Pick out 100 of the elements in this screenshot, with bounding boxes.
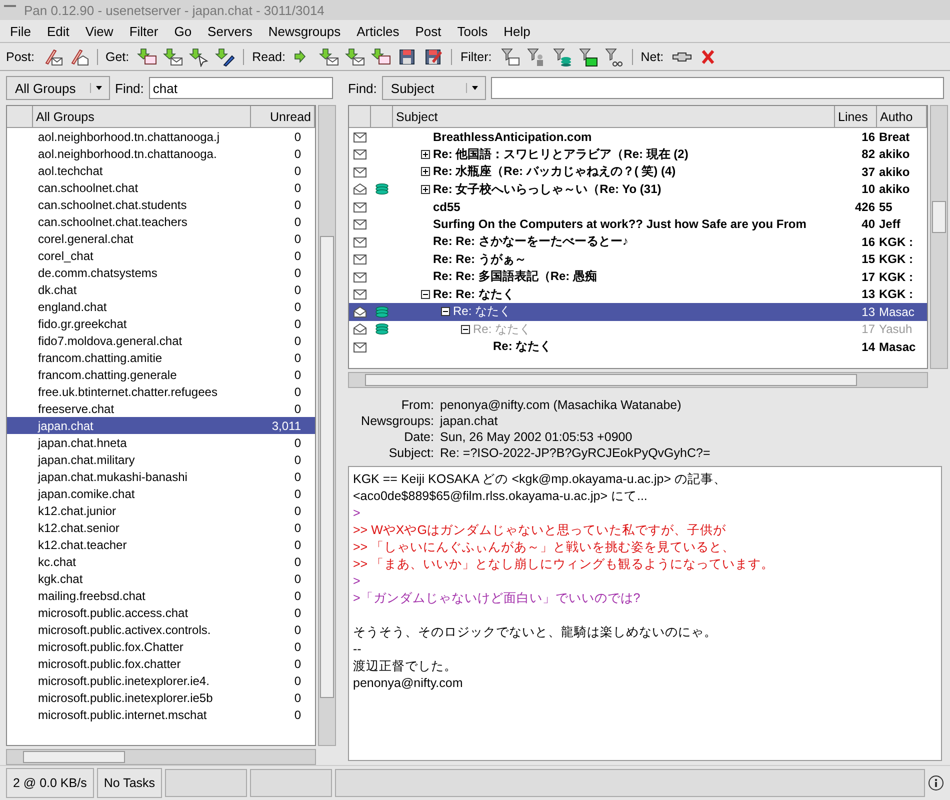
group-row[interactable]: japan.chat 3,011 (7, 417, 315, 434)
arrow-pen-icon[interactable] (215, 46, 236, 66)
group-row[interactable]: fido.gr.greekchat 0 (7, 315, 315, 332)
funnel-database-icon[interactable] (552, 46, 572, 66)
group-row[interactable]: can.schoolnet.chat.students 0 (7, 196, 315, 213)
funnel-envelope-icon[interactable] (500, 46, 520, 66)
article-row[interactable]: Re: なたく 14 Masac (349, 338, 927, 356)
menu-item[interactable]: Filter (121, 22, 166, 40)
group-row[interactable]: microsoft.public.inetexplorer.ie4. 0 (7, 672, 315, 689)
article-subject: Re: なたく (453, 303, 512, 320)
menu-item[interactable]: Tools (449, 22, 496, 40)
unread-count: 0 (293, 470, 302, 484)
group-row[interactable]: microsoft.public.fox.Chatter 0 (7, 638, 315, 655)
funnel-person-icon[interactable] (526, 46, 546, 66)
pencil-open-envelope-icon[interactable] (68, 46, 88, 66)
group-row[interactable]: england.chat 0 (7, 298, 315, 315)
menu-item[interactable]: Newsgroups (260, 22, 349, 40)
menu-item[interactable]: View (77, 22, 122, 40)
group-row[interactable]: k12.chat.teacher 0 (7, 536, 315, 553)
horizontal-scrollbar[interactable] (6, 749, 316, 765)
find-field-dropdown[interactable]: Subject (382, 76, 486, 100)
group-row[interactable]: japan.chat.hneta 0 (7, 434, 315, 451)
floppy-pen-icon[interactable] (423, 46, 444, 66)
group-row[interactable]: k12.chat.senior 0 (7, 519, 315, 536)
article-row[interactable]: BreathlessAnticipation.com 16 Breat (349, 128, 927, 146)
article-row[interactable]: Re: Re: さかなーをーたべーるとー♪ 16 KGK : (349, 233, 927, 250)
menu-item[interactable]: Edit (38, 22, 78, 40)
arrow-envelope-icon[interactable] (319, 46, 340, 66)
group-row[interactable]: microsoft.public.access.chat 0 (7, 604, 315, 621)
vertical-scrollbar[interactable] (930, 105, 948, 369)
group-row[interactable]: aol.neighborhood.tn.chattanooga. 0 (7, 145, 315, 162)
expand-icon[interactable] (421, 167, 430, 176)
group-row[interactable]: corel_chat 0 (7, 247, 315, 264)
expand-icon[interactable] (421, 150, 430, 159)
caret-icon[interactable] (466, 83, 481, 93)
group-row[interactable]: microsoft.public.fox.chatter 0 (7, 655, 315, 672)
article-row[interactable]: Re: 水瓶座（Re: バッカじゃねえの？( 笑) (4) 37 akiko (349, 163, 927, 180)
funnel-glasses-icon[interactable] (604, 46, 624, 66)
arrow-card-icon[interactable] (371, 46, 392, 66)
group-row[interactable]: microsoft.public.inetexplorer.ie5b 0 (7, 689, 315, 706)
group-row[interactable]: japan.chat.mukashi-banashi 0 (7, 468, 315, 485)
group-find-field[interactable]: chat (148, 77, 333, 99)
group-row[interactable]: fido7.moldova.general.chat 0 (7, 332, 315, 349)
group-row[interactable]: microsoft.public.activex.controls. 0 (7, 621, 315, 638)
collapse-icon[interactable] (421, 290, 430, 299)
group-row[interactable]: k12.chat.junior 0 (7, 502, 315, 519)
arrow-envelopes-icon[interactable] (345, 46, 366, 66)
menu-item[interactable]: File (2, 22, 39, 40)
group-row[interactable]: japan.chat.military 0 (7, 451, 315, 468)
collapse-icon[interactable] (441, 307, 450, 316)
article-row[interactable]: Re: なたく 13 Masac (349, 303, 927, 320)
group-row[interactable]: aol.neighborhood.tn.chattanooga.j 0 (7, 128, 315, 145)
menu-item[interactable]: Help (496, 22, 538, 40)
caret-icon[interactable] (90, 83, 105, 93)
collapse-icon[interactable] (461, 324, 470, 334)
group-name: k12.chat.junior (37, 504, 118, 518)
group-row[interactable]: can.schoolnet.chat.teachers 0 (7, 213, 315, 230)
group-row[interactable]: microsoft.public.internet.mschat 0 (7, 706, 315, 723)
column-header[interactable]: Lines (835, 106, 877, 128)
expand-icon[interactable] (421, 184, 430, 194)
article-row[interactable]: Surfing On the Computers at work?? Just how Safe are you From 40 Jeff (349, 216, 927, 233)
group-row[interactable]: free.uk.btinternet.chatter.refugees 0 (7, 383, 315, 400)
column-header[interactable]: Subject (393, 106, 835, 128)
article-row[interactable]: Re: Re: 多国語表記（Re: 愚痴 17 KGK : (349, 268, 927, 286)
group-row[interactable]: francom.chatting.amitie 0 (7, 349, 315, 366)
floppy-icon[interactable] (397, 46, 418, 66)
menu-item[interactable]: Post (407, 22, 450, 40)
article-row[interactable]: cd55 426 55 (349, 198, 927, 216)
arrow-card-icon[interactable] (137, 46, 158, 66)
group-row[interactable]: dk.chat 0 (7, 281, 315, 298)
group-row[interactable]: japan.comike.chat 0 (7, 485, 315, 502)
article-row[interactable]: Re: Re: うがぁ～ 15 KGK : (349, 250, 927, 268)
menu-item[interactable]: Servers (200, 22, 260, 40)
unread-count: 0 (293, 248, 302, 262)
group-row[interactable]: mailing.freebsd.chat 0 (7, 587, 315, 604)
group-row[interactable]: kgk.chat 0 (7, 570, 315, 587)
group-row[interactable]: kc.chat 0 (7, 553, 315, 570)
funnel-screen-icon[interactable] (578, 46, 598, 66)
info-icon[interactable] (928, 775, 944, 791)
article-row[interactable]: Re: 他国語：スワヒリとアラビア（Re: 現在 (2) 82 akiko (349, 146, 927, 163)
group-row[interactable]: corel.general.chat 0 (7, 230, 315, 247)
group-row[interactable]: can.schoolnet.chat 0 (7, 179, 315, 196)
column-header[interactable]: Unread (251, 106, 315, 128)
column-header[interactable]: All Groups (33, 106, 251, 128)
arrow-cursor-icon[interactable] (189, 46, 210, 66)
arrow-envelope-icon[interactable] (163, 46, 184, 66)
pencil-envelope-icon[interactable] (42, 46, 62, 66)
group-filter-dropdown[interactable]: All Groups (6, 76, 110, 100)
menu-item[interactable]: Go (166, 22, 200, 40)
group-row[interactable]: francom.chatting.generale 0 (7, 366, 315, 383)
article-row[interactable]: Re: Re: なたく 13 KGK : (349, 286, 927, 303)
group-row[interactable]: de.comm.chatsystems 0 (7, 264, 315, 281)
column-header[interactable]: Autho (877, 106, 927, 128)
vertical-scrollbar[interactable] (318, 105, 336, 746)
article-row[interactable]: Re: 女子校へいらっしゃ～い（Re: Yo (31) 10 akiko (349, 180, 927, 198)
article-find-field[interactable] (490, 77, 944, 99)
horizontal-scrollbar[interactable] (348, 372, 928, 388)
menu-item[interactable]: Articles (348, 22, 408, 40)
group-row[interactable]: aol.techchat 0 (7, 162, 315, 179)
group-row[interactable]: freeserve.chat 0 (7, 400, 315, 417)
